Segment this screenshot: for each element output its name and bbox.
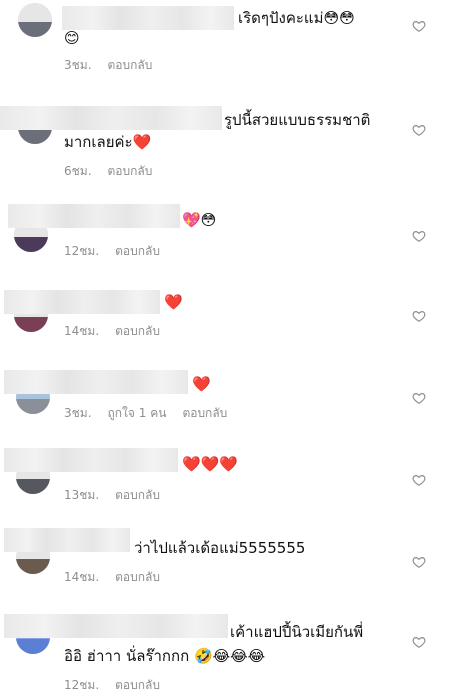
comment-text-line: รูปนี้สวยแบบธรรมชาติ — [224, 111, 371, 129]
comment-text-line: เริดๆปังคะแม่ — [238, 9, 324, 27]
comment-meta: 12ชม. ตอบกลับ — [64, 676, 176, 695]
heart-icon[interactable] — [412, 555, 426, 569]
comment-text: ❤️ — [164, 290, 183, 314]
comment-meta: 3ชม. ตอบกลับ — [64, 56, 168, 75]
username-blurred[interactable] — [4, 370, 188, 394]
avatar[interactable] — [18, 3, 52, 37]
comment-meta: 13ชม. ตอบกลับ — [64, 486, 176, 505]
reply-link[interactable]: ตอบกลับ — [108, 58, 153, 72]
comment-time: 14ชม. — [64, 570, 100, 584]
username-blurred[interactable] — [8, 204, 180, 228]
heart-icon[interactable] — [412, 309, 426, 323]
comment-time: 13ชม. — [64, 488, 100, 502]
comment-emoji: ❤️ — [164, 293, 183, 311]
heart-icon[interactable] — [412, 19, 426, 33]
comment-meta: 6ชม. ตอบกลับ — [64, 162, 168, 181]
comment-emoji: 😳😳 — [323, 9, 355, 27]
comment-text: มากเลยค่ะ❤️ — [64, 130, 151, 154]
comment-text: เค้าแฮปปี้นิวเมียกันพี่ — [230, 620, 363, 644]
comment-text: ว่าไปแล้วเด้อแม่5555555 — [134, 536, 305, 560]
reply-link[interactable]: ตอบกลับ — [115, 488, 160, 502]
reply-link[interactable]: ตอบกลับ — [115, 570, 160, 584]
comment-text-line: อิอิ ฮ่าาา นั่ลร๊ากกก — [64, 647, 190, 665]
comment-text: อิอิ ฮ่าาา นั่ลร๊ากกก 🤣😂😂😂 — [64, 644, 265, 668]
username-blurred[interactable] — [4, 528, 130, 552]
heart-icon[interactable] — [412, 635, 426, 649]
reply-link[interactable]: ตอบกลับ — [115, 244, 160, 258]
heart-icon[interactable] — [412, 391, 426, 405]
comment-text: 😊 — [64, 26, 80, 50]
comment-meta: 12ชม. ตอบกลับ — [64, 242, 176, 261]
comment-emoji: ❤️ — [192, 375, 211, 393]
reply-link[interactable]: ตอบกลับ — [115, 678, 160, 692]
comment-time: 14ชม. — [64, 324, 100, 338]
heart-icon[interactable] — [412, 473, 426, 487]
reply-link[interactable]: ตอบกลับ — [115, 324, 160, 338]
comment-meta: 14ชม. ตอบกลับ — [64, 322, 176, 341]
comment-text-line: เค้าแฮปปี้นิวเมียกันพี่ — [230, 623, 364, 641]
likes-count[interactable]: ถูกใจ 1 คน — [108, 406, 167, 420]
username-blurred[interactable] — [4, 614, 228, 638]
comment-time: 3ชม. — [64, 58, 92, 72]
reply-link[interactable]: ตอบกลับ — [108, 164, 153, 178]
comment-text: 💖😳 — [182, 208, 216, 232]
heart-icon[interactable] — [412, 123, 426, 137]
comment-emoji: ❤️ — [132, 133, 152, 151]
heart-icon[interactable] — [412, 229, 426, 243]
comment-emoji: 🤣😂😂😂 — [193, 647, 266, 665]
comment-emoji: 😊 — [64, 29, 80, 47]
username-blurred[interactable] — [62, 6, 234, 30]
comment-text: เริดๆปังคะแม่😳😳 — [238, 6, 355, 30]
comment-text-line: ว่าไปแล้วเด้อแม่5555555 — [134, 539, 306, 557]
comment-text: ❤️❤️❤️ — [182, 452, 238, 476]
comment-time: 3ชม. — [64, 406, 92, 420]
comment-meta: 14ชม. ตอบกลับ — [64, 568, 176, 587]
comment-meta: 3ชม. ถูกใจ 1 คน ตอบกลับ — [64, 404, 243, 423]
username-blurred[interactable] — [4, 290, 160, 314]
username-blurred[interactable] — [4, 448, 178, 472]
comment-text-line: มากเลยค่ะ — [64, 133, 133, 151]
comment-text: รูปนี้สวยแบบธรรมชาติ — [224, 108, 370, 132]
reply-link[interactable]: ตอบกลับ — [182, 406, 227, 420]
comment-time: 6ชม. — [64, 164, 92, 178]
comment-text: ❤️ — [192, 372, 211, 396]
comment-emoji: 💖😳 — [182, 211, 217, 229]
username-blurred[interactable] — [0, 106, 222, 130]
comment-emoji: ❤️❤️❤️ — [182, 455, 239, 473]
comment-time: 12ชม. — [64, 244, 100, 258]
comment-time: 12ชม. — [64, 678, 100, 692]
